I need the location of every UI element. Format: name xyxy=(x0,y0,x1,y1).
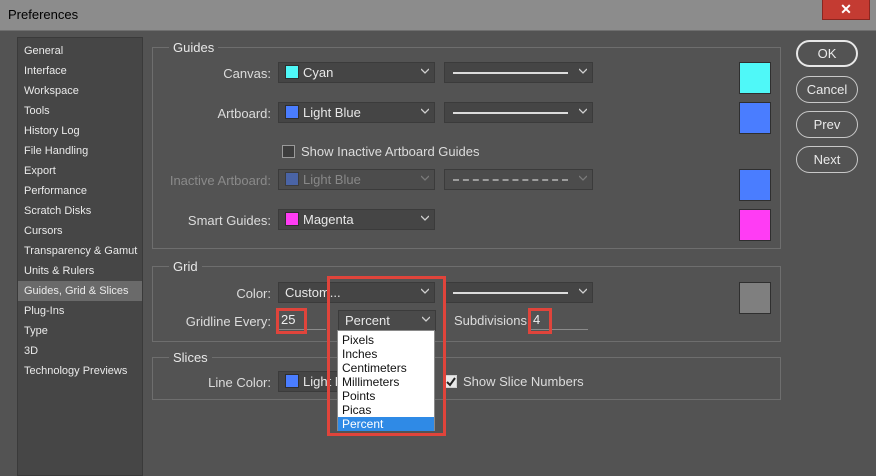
ok-button[interactable]: OK xyxy=(796,40,858,67)
slice-line-color-swatch-small xyxy=(285,374,299,388)
sidebar-item-workspace[interactable]: Workspace xyxy=(18,81,142,101)
artboard-style-dropdown[interactable] xyxy=(444,102,593,123)
dashed-line-style xyxy=(453,179,568,181)
line-color-label: Line Color: xyxy=(208,375,271,390)
window-title: Preferences xyxy=(8,7,79,22)
inactive-artboard-color-swatch-small xyxy=(285,172,299,186)
smart-guides-label: Smart Guides: xyxy=(187,213,271,228)
inactive-artboard-color-dropdown: Light Blue xyxy=(278,169,435,190)
sidebar-item-plug-ins[interactable]: Plug-Ins xyxy=(18,301,142,321)
sidebar-item-transparency-gamut[interactable]: Transparency & Gamut xyxy=(18,241,142,261)
gridline-every-label: Gridline Every: xyxy=(185,314,271,329)
guides-section-title: Guides xyxy=(169,40,219,55)
solid-line-style xyxy=(453,292,568,294)
smart-guides-color-value: Magenta xyxy=(303,212,354,227)
subdivisions-label: Subdivisions: xyxy=(454,313,531,328)
smart-guides-color-swatch-small xyxy=(285,212,299,226)
artboard-color-swatch-small xyxy=(285,105,299,119)
checkmark-icon xyxy=(446,377,456,387)
sidebar-item-file-handling[interactable]: File Handling xyxy=(18,141,142,161)
sidebar-item-technology-previews[interactable]: Technology Previews xyxy=(18,361,142,381)
grid-color-swatch[interactable] xyxy=(739,282,771,314)
chevron-down-icon xyxy=(421,107,429,115)
chevron-down-icon xyxy=(421,67,429,75)
artboard-color-value: Light Blue xyxy=(303,105,361,120)
canvas-color-swatch[interactable] xyxy=(739,62,771,94)
canvas-color-value: Cyan xyxy=(303,65,334,80)
slices-section-title: Slices xyxy=(169,350,212,365)
cancel-button[interactable]: Cancel xyxy=(796,76,858,103)
sidebar-item-performance[interactable]: Performance xyxy=(18,181,142,201)
close-button[interactable]: ✕ xyxy=(822,0,870,20)
solid-line-style xyxy=(453,72,568,74)
prev-button[interactable]: Prev xyxy=(796,111,858,138)
close-icon: ✕ xyxy=(840,1,852,17)
smart-guides-color-dropdown[interactable]: Magenta xyxy=(278,209,435,230)
inactive-artboard-style-dropdown xyxy=(444,169,593,190)
show-inactive-artboard-checkbox[interactable] xyxy=(282,145,295,158)
chevron-down-icon xyxy=(579,174,587,182)
chevron-down-icon xyxy=(421,174,429,182)
smart-guides-color-swatch[interactable] xyxy=(739,209,771,241)
artboard-color-dropdown[interactable]: Light Blue xyxy=(278,102,435,123)
sidebar-item-tools[interactable]: Tools xyxy=(18,101,142,121)
grid-section xyxy=(152,266,781,342)
sidebar-item-scratch-disks[interactable]: Scratch Disks xyxy=(18,201,142,221)
gridline-value-highlight xyxy=(276,308,307,334)
artboard-label: Artboard: xyxy=(217,106,271,121)
sidebar-item-interface[interactable]: Interface xyxy=(18,61,142,81)
sidebar-item-units-rulers[interactable]: Units & Rulers xyxy=(18,261,142,281)
chevron-down-icon xyxy=(579,287,587,295)
sidebar-item-cursors[interactable]: Cursors xyxy=(18,221,142,241)
sidebar-item-type[interactable]: Type xyxy=(18,321,142,341)
sidebar-item-export[interactable]: Export xyxy=(18,161,142,181)
show-inactive-artboard-label: Show Inactive Artboard Guides xyxy=(301,144,480,159)
show-slice-numbers-label: Show Slice Numbers xyxy=(463,374,584,389)
chevron-down-icon xyxy=(579,107,587,115)
chevron-down-icon xyxy=(579,67,587,75)
grid-style-dropdown[interactable] xyxy=(444,282,593,303)
inactive-artboard-color-swatch[interactable] xyxy=(739,169,771,201)
artboard-color-swatch[interactable] xyxy=(739,102,771,134)
next-button[interactable]: Next xyxy=(796,146,858,173)
solid-line-style xyxy=(453,112,568,114)
canvas-label: Canvas: xyxy=(223,66,271,81)
chevron-down-icon xyxy=(421,214,429,222)
sidebar-item-guides-grid-slices[interactable]: Guides, Grid & Slices xyxy=(18,281,142,301)
grid-color-label: Color: xyxy=(236,286,271,301)
grid-section-title: Grid xyxy=(169,259,202,274)
preferences-sidebar: General Interface Workspace Tools Histor… xyxy=(17,37,143,476)
sidebar-item-3d[interactable]: 3D xyxy=(18,341,142,361)
canvas-style-dropdown[interactable] xyxy=(444,62,593,83)
canvas-color-swatch-small xyxy=(285,65,299,79)
inactive-artboard-label: Inactive Artboard: xyxy=(169,173,271,188)
canvas-color-dropdown[interactable]: Cyan xyxy=(278,62,435,83)
sidebar-item-history-log[interactable]: History Log xyxy=(18,121,142,141)
inactive-artboard-color-value: Light Blue xyxy=(303,172,361,187)
sidebar-item-general[interactable]: General xyxy=(18,41,142,61)
subdivisions-value-highlight xyxy=(528,308,552,334)
title-bar: Preferences xyxy=(0,0,876,31)
unit-menu-highlight xyxy=(327,276,446,436)
